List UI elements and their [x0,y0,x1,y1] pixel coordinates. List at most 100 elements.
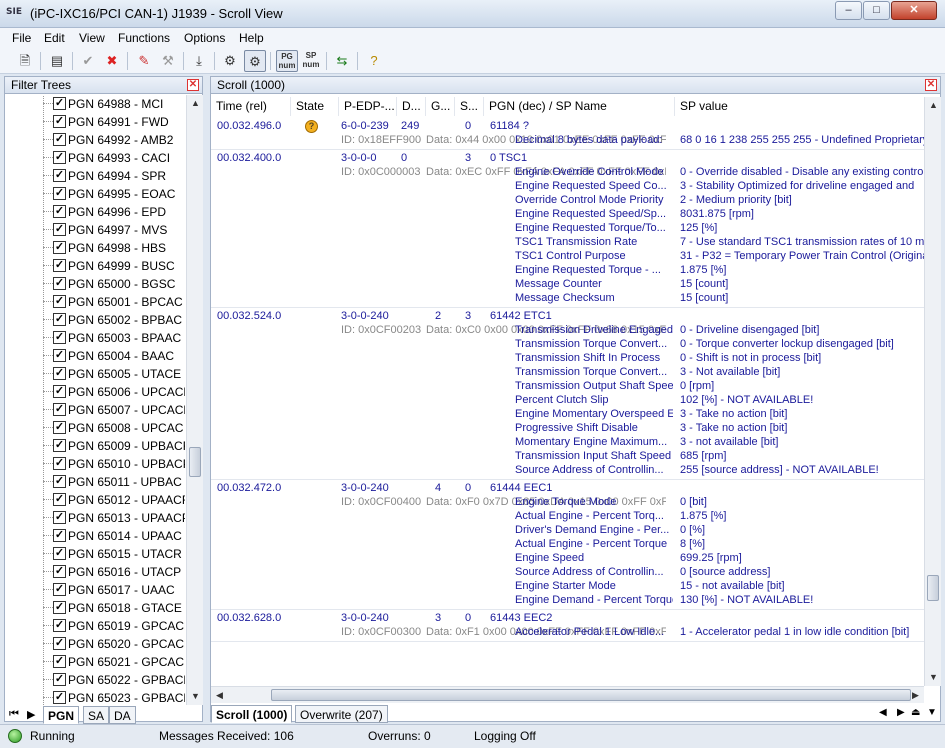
tree-item[interactable]: ✓ PGN 65002 - BPBAC [5,310,185,329]
col-g[interactable]: G... [426,97,455,116]
col-state[interactable]: State [291,97,339,116]
checkbox-icon[interactable]: ✓ [53,403,66,416]
checkbox-icon[interactable]: ✓ [53,241,66,254]
checkbox-icon[interactable]: ✓ [53,637,66,650]
tree-item[interactable]: ✓ PGN 65023 - GPBACP [5,688,185,705]
checkbox-icon[interactable]: ✓ [53,583,66,596]
checkbox-icon[interactable]: ✓ [53,673,66,686]
checkbox-icon[interactable]: ✓ [53,493,66,506]
tree-item[interactable]: ✓ PGN 65003 - BPAAC [5,328,185,347]
tab-da[interactable]: DA [109,706,136,724]
menu-options[interactable]: Options [184,31,225,45]
checkbox-icon[interactable]: ✓ [53,619,66,632]
checkbox-icon[interactable]: ✓ [53,547,66,560]
checkbox-icon[interactable]: ✓ [53,187,66,200]
disconnect-icon[interactable]: ✖ [101,50,123,72]
tree-item[interactable]: ✓ PGN 65007 - UPCACP [5,400,185,419]
checkbox-icon[interactable]: ✓ [53,691,66,704]
properties-icon[interactable]: ▤ [46,50,68,72]
menu-functions[interactable]: Functions [118,31,170,45]
eject-icon[interactable]: ⏏ [911,707,920,718]
tree-item[interactable]: ✓ PGN 65009 - UPBACR [5,436,185,455]
checkbox-icon[interactable]: ✓ [53,349,66,362]
tree-item[interactable]: ✓ PGN 65021 - GPCAC [5,652,185,671]
checkbox-icon[interactable]: ✓ [53,97,66,110]
connect-icon[interactable]: ✔ [77,50,99,72]
hscroll-thumb[interactable] [271,689,911,701]
checkbox-icon[interactable]: ✓ [53,457,66,470]
down-icon[interactable]: ▼ [927,707,937,718]
menu-help[interactable]: Help [239,31,264,45]
close-icon[interactable]: ✕ [925,79,937,91]
scroll-hscrollbar[interactable]: ◀ ▶ [211,686,924,703]
tree-item[interactable]: ✓ PGN 64988 - MCI [5,95,185,113]
tree-item[interactable]: ✓ PGN 65016 - UTACP [5,562,185,581]
checkbox-icon[interactable]: ✓ [53,367,66,380]
first-tab-icon[interactable]: ⏮ [9,708,19,721]
clear-icon[interactable]: ✎ [133,50,155,72]
tree-item[interactable]: ✓PGN 65022 - GPBACRP [5,670,185,689]
tree-item[interactable]: ✓ PGN 65006 - UPCACR [5,382,185,401]
checkbox-icon[interactable]: ✓ [53,385,66,398]
checkbox-icon[interactable]: ✓ [53,421,66,434]
tree-item[interactable]: ✓ PGN 64999 - BUSC [5,256,185,275]
checkbox-icon[interactable]: ✓ [53,601,66,614]
maximize-button[interactable]: □ [863,1,890,20]
checkbox-icon[interactable]: ✓ [53,259,66,272]
tools-icon[interactable]: ⚒ [157,50,179,72]
tree-item[interactable]: ✓ PGN 65015 - UTACR [5,544,185,563]
checkbox-icon[interactable]: ✓ [53,205,66,218]
checkbox-icon[interactable]: ✓ [53,223,66,236]
tree-item[interactable]: ✓ PGN 65000 - BGSC [5,274,185,293]
help-icon[interactable]: ? [363,50,385,72]
scroll-down-icon[interactable]: ▼ [187,688,204,705]
checkbox-icon[interactable]: ✓ [53,475,66,488]
tab-scroll[interactable]: Scroll (1000) [211,705,293,723]
pg-num-toggle[interactable]: PG num [276,50,298,72]
checkbox-icon[interactable]: ✓ [53,169,66,182]
tree-scroll-thumb[interactable] [189,447,201,477]
scroll-left-icon[interactable]: ◀ [211,687,228,704]
checkbox-icon[interactable]: ✓ [53,295,66,308]
tree-item[interactable]: ✓ PGN 65013 - UPAACP [5,508,185,527]
col-sp-value[interactable]: SP value [675,97,925,116]
tree-item[interactable]: ✓ PGN 64995 - EOAC [5,184,185,203]
tree-item[interactable]: ✓ PGN 65019 - GPCACR [5,616,185,635]
checkbox-icon[interactable]: ✓ [53,313,66,326]
tree-item[interactable]: ✓ PGN 64996 - EPD [5,202,185,221]
col-d[interactable]: D... [397,97,426,116]
tree-item[interactable]: ✓ PGN 64997 - MVS [5,220,185,239]
checkbox-icon[interactable]: ✓ [53,277,66,290]
sp-num-toggle[interactable]: SP num [300,50,322,72]
checkbox-icon[interactable]: ✓ [53,529,66,542]
close-icon[interactable]: ✕ [187,79,199,91]
tree-item[interactable]: ✓ PGN 65018 - GTACE [5,598,185,617]
checkbox-icon[interactable]: ✓ [53,115,66,128]
scroll-up-icon[interactable]: ▲ [187,95,204,112]
col-pedp[interactable]: P-EDP-... [339,97,397,116]
prev-tab-icon[interactable]: ▶ [27,708,35,721]
checkbox-icon[interactable]: ✓ [53,655,66,668]
checkbox-icon[interactable]: ✓ [53,511,66,524]
filter-icon[interactable]: ⚙ [219,50,241,72]
scroll-thumb[interactable] [927,575,939,601]
tree-item[interactable]: ✓ PGN 65004 - BAAC [5,346,185,365]
fit-icon[interactable]: ⇆ [331,50,353,72]
new-icon[interactable]: 🗎 [14,50,36,72]
tree-item[interactable]: ✓ PGN 64998 - HBS [5,238,185,257]
tree-item[interactable]: ✓ PGN 64994 - SPR [5,166,185,185]
tab-pgn[interactable]: PGN [43,706,80,724]
tree-item[interactable]: ✓ PGN 65020 - GPCACP [5,634,185,653]
menu-edit[interactable]: Edit [44,31,65,45]
tree-item[interactable]: ✓ PGN 65017 - UAAC [5,580,185,599]
col-s[interactable]: S... [455,97,484,116]
tree-item[interactable]: ✓ PGN 65005 - UTACE [5,364,185,383]
minimize-button[interactable]: – [835,1,862,20]
tree-item[interactable]: ✓ PGN 65010 - UPBACP [5,454,185,473]
checkbox-icon[interactable]: ✓ [53,151,66,164]
menu-file[interactable]: File [12,31,31,45]
checkbox-icon[interactable]: ✓ [53,439,66,452]
tab-overwrite[interactable]: Overwrite (207) [295,705,388,723]
next-icon[interactable]: ▶ [897,707,905,718]
tab-sa[interactable]: SA [83,706,110,724]
